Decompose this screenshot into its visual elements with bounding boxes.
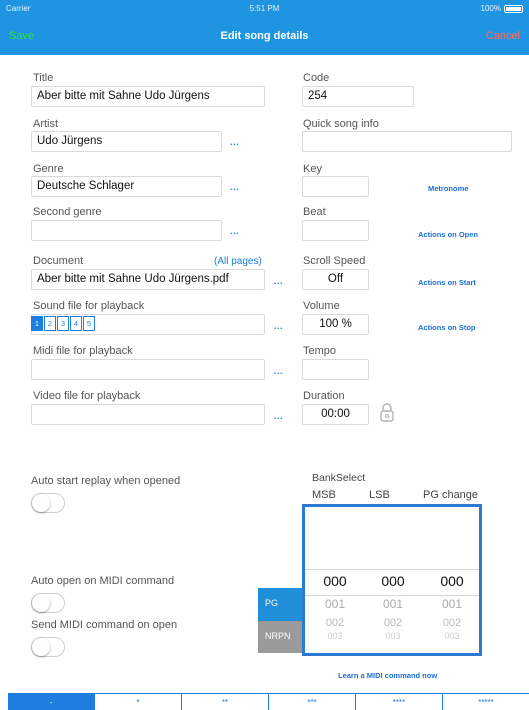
picker-divider	[305, 595, 479, 596]
volume-label: Volume	[303, 300, 340, 312]
video-file-field[interactable]	[31, 404, 265, 425]
rating-segmented-control: - * ** *** **** *****	[8, 693, 529, 710]
beat-field[interactable]	[302, 220, 369, 241]
actions-on-open-link[interactable]: Actions on Open	[418, 230, 478, 239]
toggle-knob	[32, 494, 50, 512]
quick-info-label: Quick song info	[303, 118, 379, 130]
sound-file-tab[interactable]: 3	[57, 316, 69, 331]
status-time: 5:51 PM	[249, 4, 280, 13]
title-label: Title	[33, 72, 54, 84]
toggle-knob	[32, 594, 50, 612]
volume-field[interactable]: 100 %	[302, 314, 369, 335]
lsb-label: LSB	[369, 489, 390, 501]
save-button[interactable]: Save	[9, 30, 34, 42]
scroll-speed-label: Scroll Speed	[303, 255, 366, 267]
artist-label: Artist	[33, 118, 59, 130]
send-midi-label: Send MIDI command on open	[31, 619, 178, 631]
battery-percent: 100%	[480, 4, 501, 13]
midi-picker[interactable]: 000 000 000 001 001 001 002 002 002 003 …	[302, 504, 482, 656]
document-field[interactable]: Aber bitte mit Sahne Udo Jürgens.pdf	[31, 269, 265, 290]
sound-file-tabs: 12345	[31, 316, 96, 333]
scroll-speed-field[interactable]: Off	[302, 269, 369, 290]
key-label: Key	[303, 163, 322, 175]
pg-next-value[interactable]: 001	[422, 597, 479, 611]
auto-open-midi-label: Auto open on MIDI command	[31, 575, 175, 587]
toggle-knob	[32, 638, 50, 656]
artist-picker-button[interactable]: ...	[230, 137, 239, 147]
msb-next-value[interactable]: 003	[305, 631, 365, 641]
tempo-field[interactable]	[302, 359, 369, 380]
code-field[interactable]: 254	[302, 86, 414, 107]
title-field[interactable]: Aber bitte mit Sahne Udo Jürgens	[31, 86, 265, 107]
genre-label: Genre	[33, 163, 64, 175]
lock-icon[interactable]	[378, 401, 396, 423]
document-label: Document	[33, 255, 84, 267]
midi-file-label: Midi file for playback	[33, 345, 133, 357]
metronome-link[interactable]: Metronome	[428, 184, 468, 193]
nrpn-mode-button[interactable]: NRPN	[258, 621, 302, 653]
actions-on-start-link[interactable]: Actions on Start	[418, 278, 476, 287]
msb-selected-value[interactable]: 000	[305, 573, 365, 589]
bank-select-label: BankSelect	[312, 472, 366, 484]
pg-next-value[interactable]: 002	[422, 617, 479, 629]
duration-field[interactable]: 00:00	[302, 404, 369, 425]
sound-file-label: Sound file for playback	[33, 300, 145, 312]
rating-tab[interactable]: *****	[443, 694, 529, 710]
lsb-next-value[interactable]: 001	[363, 597, 423, 611]
second-genre-field[interactable]	[31, 220, 222, 241]
send-midi-toggle[interactable]	[31, 637, 65, 657]
pg-next-value[interactable]: 003	[422, 631, 479, 641]
picker-divider	[305, 569, 479, 570]
sound-file-tab[interactable]: 4	[70, 316, 82, 331]
video-file-label: Video file for playback	[33, 390, 141, 402]
auto-start-toggle[interactable]	[31, 493, 65, 513]
cancel-button[interactable]: Cancel	[486, 30, 520, 42]
learn-midi-link[interactable]: Learn a MIDI command now	[338, 671, 437, 680]
quick-info-field[interactable]	[302, 131, 512, 152]
page-title: Edit song details	[220, 30, 309, 42]
artist-field[interactable]: Udo Jürgens	[31, 131, 222, 152]
rating-tab[interactable]: *	[95, 694, 182, 710]
rating-tab[interactable]: ****	[356, 694, 443, 710]
lsb-selected-value[interactable]: 000	[363, 573, 423, 589]
genre-picker-button[interactable]: ...	[230, 182, 239, 192]
actions-on-stop-link[interactable]: Actions on Stop	[418, 323, 476, 332]
pg-mode-button[interactable]: PG	[258, 588, 302, 621]
pg-change-label: PG change	[423, 489, 479, 501]
pg-selected-value[interactable]: 000	[422, 573, 479, 589]
rating-tab[interactable]: -	[8, 694, 95, 710]
all-pages-link[interactable]: (All pages)	[214, 256, 262, 267]
auto-open-midi-toggle[interactable]	[31, 593, 65, 613]
lsb-next-value[interactable]: 002	[363, 617, 423, 629]
video-file-picker-button[interactable]: ...	[274, 411, 283, 421]
sound-file-picker-button[interactable]: ...	[274, 321, 283, 331]
msb-next-value[interactable]: 002	[305, 617, 365, 629]
battery-icon	[504, 5, 523, 13]
second-genre-picker-button[interactable]: ...	[230, 226, 239, 236]
sound-file-tab[interactable]: 5	[83, 316, 95, 331]
midi-file-picker-button[interactable]: ...	[274, 366, 283, 376]
second-genre-label: Second genre	[33, 206, 102, 218]
code-label: Code	[303, 72, 330, 84]
genre-field[interactable]: Deutsche Schlager	[31, 176, 222, 197]
sound-file-tab[interactable]: 2	[44, 316, 56, 331]
lsb-next-value[interactable]: 003	[363, 631, 423, 641]
midi-file-field[interactable]	[31, 359, 265, 380]
beat-label: Beat	[303, 206, 326, 218]
msb-label: MSB	[312, 489, 336, 501]
duration-label: Duration	[303, 390, 345, 402]
sound-file-tab[interactable]: 1	[31, 316, 43, 331]
msb-next-value[interactable]: 001	[305, 597, 365, 611]
tempo-label: Tempo	[303, 345, 337, 357]
rating-tab[interactable]: ***	[269, 694, 356, 710]
auto-start-label: Auto start replay when opened	[31, 475, 181, 487]
document-picker-button[interactable]: ...	[274, 276, 283, 286]
key-field[interactable]	[302, 176, 369, 197]
rating-tab[interactable]: **	[182, 694, 269, 710]
nav-header: Carrier 5:51 PM 100% Edit song details S…	[0, 0, 529, 55]
